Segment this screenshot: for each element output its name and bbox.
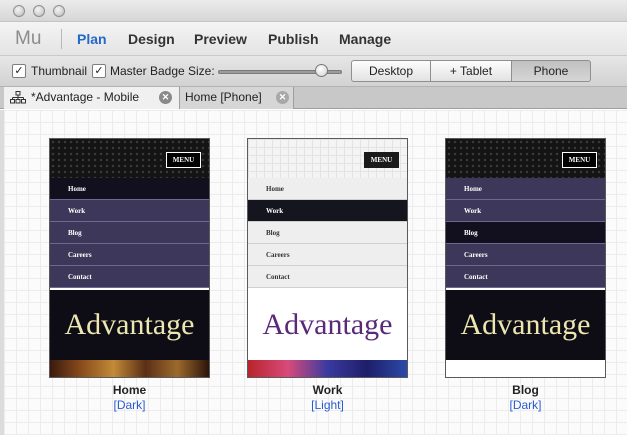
view-desktop-button[interactable]: Desktop <box>351 60 431 82</box>
nav-item: Careers <box>446 244 605 266</box>
thumbnail-menu-button: MENU <box>166 152 201 168</box>
menu-publish[interactable]: Publish <box>268 31 319 47</box>
sitemap-icon <box>10 91 26 104</box>
nav-item: Home <box>50 178 209 200</box>
zoom-window-button[interactable] <box>53 5 65 17</box>
thumbnail-header: MENU <box>446 139 605 178</box>
nav-item: Home <box>446 178 605 200</box>
menu-manage[interactable]: Manage <box>339 31 391 47</box>
tab-label: Home [Phone] <box>185 90 262 104</box>
page-name-home[interactable]: Home <box>49 383 210 397</box>
tab-home-phone[interactable]: Home [Phone] ✕ <box>180 87 294 109</box>
logo-divider <box>61 29 62 49</box>
nav-item: Careers <box>248 244 407 266</box>
view-phone-button[interactable]: Phone <box>511 60 591 82</box>
page-name-blog[interactable]: Blog <box>445 383 606 397</box>
size-slider-thumb[interactable] <box>315 64 328 77</box>
nav-item: Work <box>248 200 407 222</box>
thumbnail-brand: Advantage <box>446 290 605 360</box>
thumbnail-brand: Advantage <box>248 290 407 360</box>
thumbnail-nav: Home Work Blog Careers Contact <box>446 178 605 288</box>
document-tab-strip: *Advantage - Mobile ✕ Home [Phone] ✕ <box>0 87 627 109</box>
master-badge-work[interactable]: [Light] <box>247 398 408 412</box>
close-tab-icon[interactable]: ✕ <box>276 91 289 104</box>
page-thumbnail-blog[interactable]: MENU Home Work Blog Careers Contact Adva… <box>445 138 606 378</box>
thumbnail-photo <box>446 360 605 377</box>
page-name-work[interactable]: Work <box>247 383 408 397</box>
nav-item: Blog <box>248 222 407 244</box>
size-label: Size: <box>188 64 215 78</box>
nav-item: Work <box>50 200 209 222</box>
thumbnail-photo <box>248 360 407 377</box>
nav-item: Careers <box>50 244 209 266</box>
thumbnail-header: MENU <box>248 139 407 178</box>
thumbnail-brand: Advantage <box>50 290 209 360</box>
view-tablet-button[interactable]: + Tablet <box>430 60 512 82</box>
plan-toolbar: ✓ Thumbnail ✓ Master Badge Size: Desktop… <box>0 56 627 87</box>
thumbnail-menu-button: MENU <box>364 152 399 168</box>
master-badge-checkbox[interactable]: ✓ <box>92 64 106 78</box>
master-badge-label: Master Badge <box>110 64 185 78</box>
thumbnail-label: Thumbnail <box>31 64 88 78</box>
page-thumbnail-work[interactable]: MENU Home Work Blog Careers Contact Adva… <box>247 138 408 378</box>
nav-item: Blog <box>50 222 209 244</box>
thumbnail-photo <box>50 360 209 377</box>
thumbnail-checkbox[interactable]: ✓ <box>12 64 26 78</box>
nav-item: Contact <box>248 266 407 288</box>
thumbnail-menu-button: MENU <box>562 152 597 168</box>
master-badge-home[interactable]: [Dark] <box>49 398 210 412</box>
window-title-bar <box>0 0 627 22</box>
menu-plan[interactable]: Plan <box>77 31 107 47</box>
minimize-window-button[interactable] <box>33 5 45 17</box>
close-tab-icon[interactable]: ✕ <box>159 91 172 104</box>
menu-preview[interactable]: Preview <box>194 31 247 47</box>
nav-item: Home <box>248 178 407 200</box>
tab-label: *Advantage - Mobile <box>31 90 140 104</box>
nav-item: Work <box>446 200 605 222</box>
nav-item: Blog <box>446 222 605 244</box>
app-logo: Mu <box>15 28 42 49</box>
mode-menu-bar: Mu Plan Design Preview Publish Manage <box>0 22 627 56</box>
thumbnail-nav: Home Work Blog Careers Contact <box>248 178 407 288</box>
close-window-button[interactable] <box>13 5 25 17</box>
menu-design[interactable]: Design <box>128 31 175 47</box>
thumbnail-nav: Home Work Blog Careers Contact <box>50 178 209 288</box>
nav-item: Contact <box>50 266 209 288</box>
tab-advantage-mobile[interactable]: *Advantage - Mobile ✕ <box>4 87 180 109</box>
page-thumbnail-home[interactable]: MENU Home Work Blog Careers Contact Adva… <box>49 138 210 378</box>
master-badge-blog[interactable]: [Dark] <box>445 398 606 412</box>
thumbnail-header: MENU <box>50 139 209 178</box>
nav-item: Contact <box>446 266 605 288</box>
